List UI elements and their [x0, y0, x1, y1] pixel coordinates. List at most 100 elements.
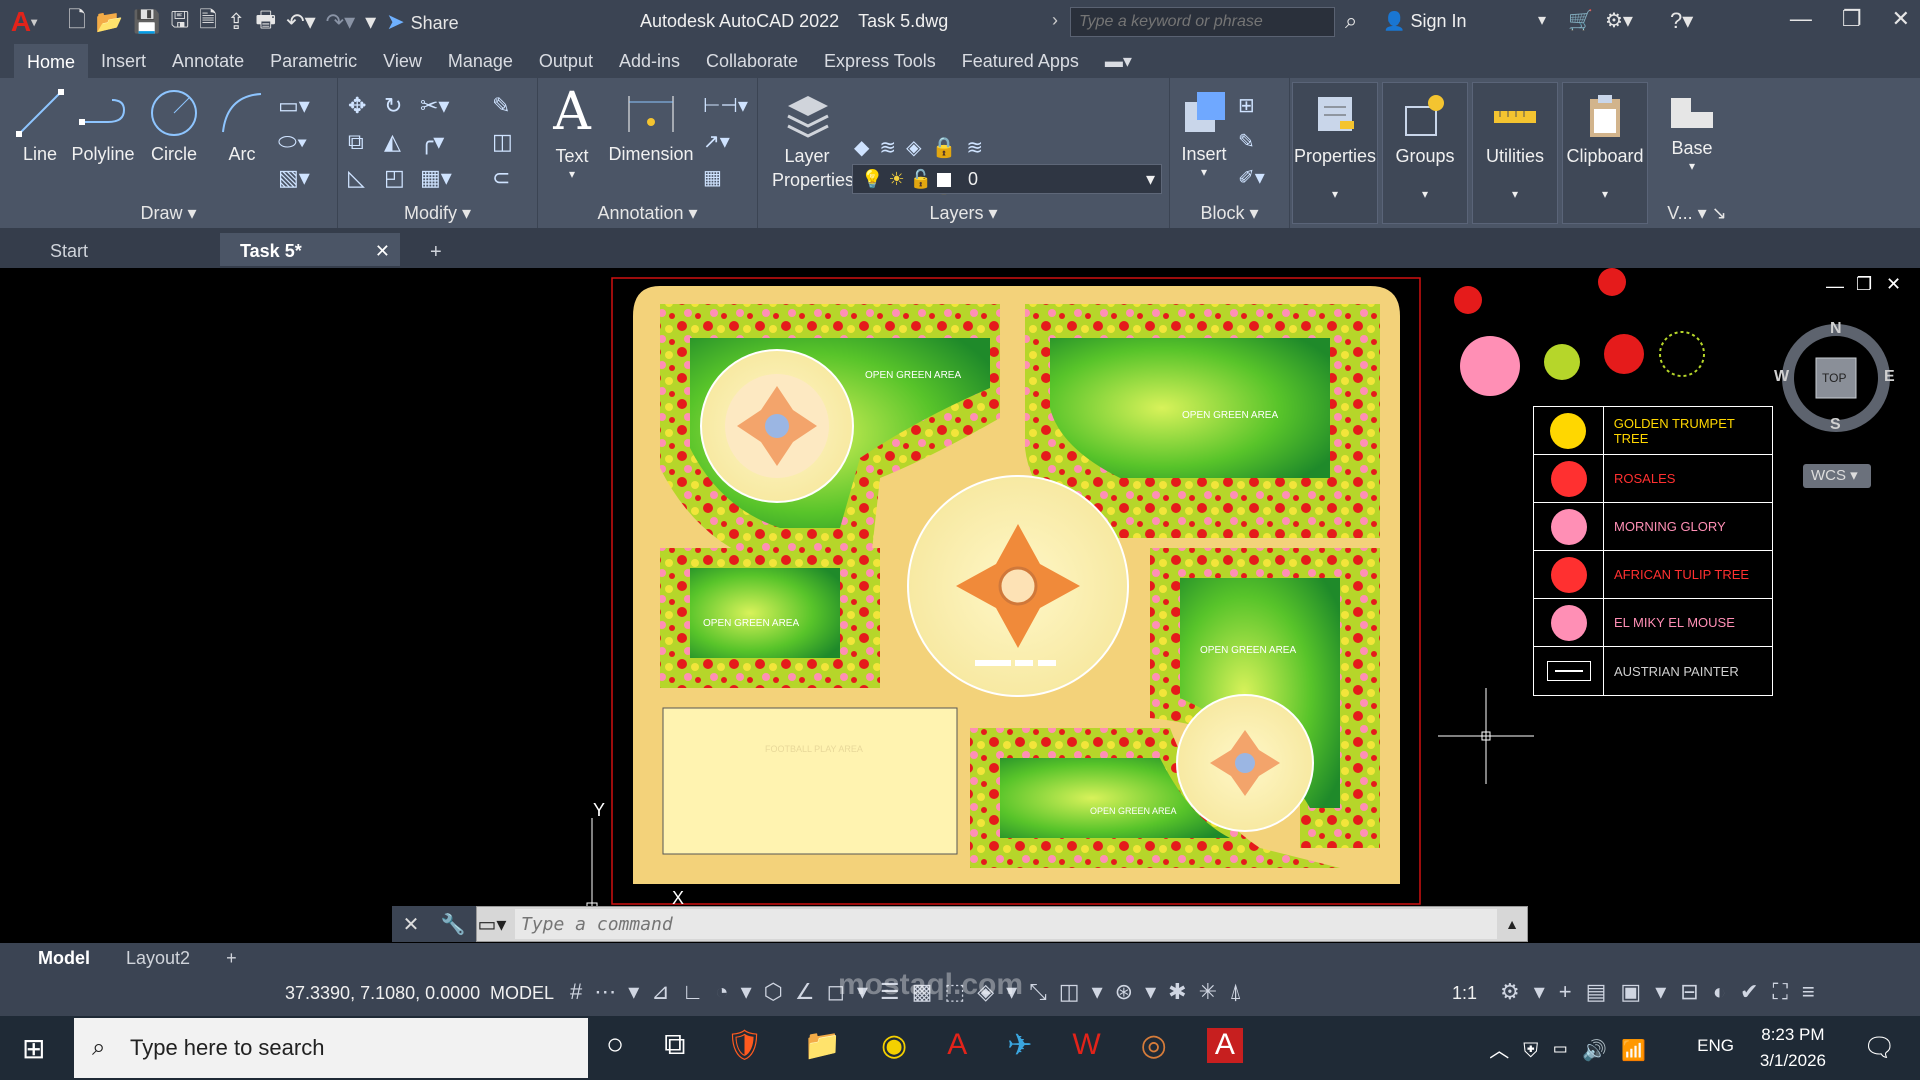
layer-tools-row1[interactable]: ◆≋◈🔒≋ [854, 130, 1144, 166]
isodraft-icon[interactable]: ⬡ [764, 979, 795, 1004]
dimension-tool[interactable]: Dimension [606, 88, 696, 165]
task-view-icon[interactable]: ⧉ [664, 1028, 685, 1063]
plot-preview-icon[interactable]: 🗎 [199, 3, 217, 41]
save-as-icon[interactable]: 🖫 [171, 3, 190, 41]
utilities-button[interactable]: Utilities ▾ [1472, 82, 1558, 224]
ribbon-tab-parametric[interactable]: Parametric [257, 45, 370, 78]
wcs-menu[interactable]: WCS ▾ [1803, 464, 1871, 488]
grid-icon[interactable]: # [570, 979, 594, 1004]
view-panel-label[interactable]: V... ▾ ↘ [1652, 203, 1742, 224]
annotation-visibility-icon[interactable]: ✱ [1168, 979, 1198, 1004]
block-panel-label[interactable]: Block ▾ [1170, 203, 1289, 224]
command-customize-icon[interactable]: 🔧 [441, 912, 466, 937]
help-icon[interactable]: ?▾ [1670, 8, 1693, 34]
autocad-active-icon[interactable]: A [1206, 1028, 1243, 1063]
polar-icon[interactable]: ◔▾ [715, 979, 763, 1004]
fillet-icon[interactable]: ╭▾ [420, 124, 456, 160]
ribbon-tab-collaborate[interactable]: Collaborate [693, 45, 811, 78]
annotation-scale-value[interactable]: 1:1 [1452, 983, 1477, 1004]
minimize-icon[interactable]: — [1790, 6, 1812, 32]
infer-icon[interactable]: ⊿ [651, 979, 681, 1004]
erase-icon[interactable]: ✎ [492, 88, 528, 124]
move-icon[interactable]: ✥ [348, 88, 384, 124]
layer-dropdown[interactable]: 💡 ☀ 🔓 0 ▾ [852, 164, 1162, 194]
otrack-icon[interactable]: ∠ [795, 979, 827, 1004]
security-icon[interactable]: ⛨ [1523, 1040, 1552, 1062]
coordinates-readout[interactable]: 37.3390, 7.1080, 0.0000 [285, 983, 480, 1004]
explode-icon[interactable]: ◫ [492, 124, 528, 160]
windows-start-icon[interactable]: ⊞ [22, 1032, 45, 1065]
chevron-right-icon[interactable]: › [1052, 10, 1058, 31]
undo-icon[interactable]: ↶▾ [286, 9, 315, 35]
properties-button[interactable]: Properties ▾ [1292, 82, 1378, 224]
ribbon-tab-output[interactable]: Output [526, 45, 606, 78]
new-file-icon[interactable]: 🗋 [68, 3, 86, 41]
brave-browser-icon[interactable]: 🛡 [726, 1028, 764, 1063]
compass-east[interactable]: E [1884, 368, 1895, 386]
autocad-taskbar-icon[interactable]: A [947, 1028, 967, 1063]
base-tool[interactable]: Base ▾ [1662, 92, 1722, 173]
media-player-icon[interactable]: ◎ [1141, 1028, 1167, 1063]
start-tab[interactable]: Start [30, 233, 220, 266]
layout-tab-model[interactable]: Model [20, 944, 108, 973]
taskbar-clock[interactable]: 8:23 PM 3/1/2026 [1760, 1022, 1826, 1074]
ribbon-tab-add-ins[interactable]: Add-ins [606, 45, 693, 78]
command-expand-icon[interactable]: ▲ [1497, 916, 1527, 932]
draw-panel-label[interactable]: Draw ▾ [0, 203, 337, 224]
autodesk-app-icon[interactable]: ⚙▾ [1605, 8, 1633, 33]
annotation-panel-label[interactable]: Annotation ▾ [538, 203, 757, 224]
edit-block-icon[interactable]: ✎ [1238, 124, 1265, 160]
arc-tool[interactable]: Arc [212, 88, 272, 165]
restore-icon[interactable]: ❐ [1842, 6, 1862, 32]
modify-panel-label[interactable]: Modify ▾ [338, 203, 537, 224]
clean-screen-icon[interactable]: ⛶ [1772, 979, 1801, 1004]
customize-icon[interactable]: ▾ [365, 9, 376, 35]
units-icon[interactable]: ▣▾ [1620, 979, 1680, 1004]
ellipse-icon[interactable]: ⬭▾ [278, 124, 334, 160]
mirror-icon[interactable]: ◭ [384, 124, 420, 160]
annotation-scale-icon[interactable]: ⍋ [1229, 979, 1254, 1004]
layers-panel-label[interactable]: Layers ▾ [758, 203, 1169, 224]
table-icon[interactable]: ▦ [703, 160, 748, 196]
ribbon-tab-manage[interactable]: Manage [435, 45, 526, 78]
linear-dim-icon[interactable]: ⊢⊣▾ [703, 88, 748, 124]
customization-menu-icon[interactable]: ≡ [1802, 979, 1829, 1004]
create-block-icon[interactable]: ⊞ [1238, 88, 1265, 124]
ribbon-tab-annotate[interactable]: Annotate [159, 45, 257, 78]
language-indicator[interactable]: ENG [1697, 1036, 1734, 1056]
offset-icon[interactable]: ⊂ [492, 160, 528, 196]
tray-expand-icon[interactable]: ︿ [1489, 1040, 1523, 1062]
ribbon-tab-view[interactable]: View [370, 45, 435, 78]
signin-dropdown-icon[interactable]: ▾ [1538, 10, 1546, 30]
compass-north[interactable]: N [1830, 320, 1842, 338]
polyline-tool[interactable]: Polyline [70, 88, 136, 165]
keyword-search-input[interactable] [1070, 7, 1335, 37]
new-tab-icon[interactable]: + [410, 233, 462, 266]
wifi-icon[interactable]: 📶 [1621, 1040, 1660, 1062]
file-explorer-icon[interactable]: 📁 [804, 1028, 841, 1063]
copy-icon[interactable]: ⧉ [348, 124, 384, 160]
rectangle-icon[interactable]: ▭▾ [278, 88, 334, 124]
export-icon[interactable]: ⇪ [227, 9, 245, 35]
quick-properties-icon[interactable]: ⊟ [1680, 979, 1712, 1004]
layer-properties-tool[interactable]: Layer Properties [764, 88, 854, 192]
print-icon[interactable]: 🖶 [255, 3, 276, 41]
ribbon-tab-featured-apps[interactable]: Featured Apps [949, 45, 1092, 78]
ortho-icon[interactable]: ∟ [682, 979, 716, 1004]
hatch-icon[interactable]: ▧▾ [278, 160, 334, 196]
open-file-icon[interactable]: 📂 [96, 9, 123, 35]
compass-west[interactable]: W [1774, 368, 1789, 386]
properties-toggle-icon[interactable]: ▤ [1586, 979, 1621, 1004]
layout-tab-layout2[interactable]: Layout2 [108, 944, 208, 973]
compass-south[interactable]: S [1830, 416, 1841, 434]
plus-icon[interactable]: + [1559, 979, 1586, 1004]
trim-icon[interactable]: ✂▾ [420, 88, 456, 124]
notifications-icon[interactable]: 🗨 [1863, 1032, 1896, 1063]
gizmo-icon[interactable]: ⊛▾ [1115, 979, 1168, 1004]
close-icon[interactable]: ✕ [1892, 6, 1910, 32]
clipboard-button[interactable]: Clipboard ▾ [1562, 82, 1648, 224]
block-attr-icon[interactable]: ✐▾ [1238, 160, 1265, 196]
viewport-restore-icon[interactable]: ❐ [1856, 274, 1872, 295]
autocad-logo-icon[interactable]: A ▾ [0, 0, 48, 44]
dynamic-ucs-icon[interactable]: ⤡ [1029, 979, 1059, 1004]
